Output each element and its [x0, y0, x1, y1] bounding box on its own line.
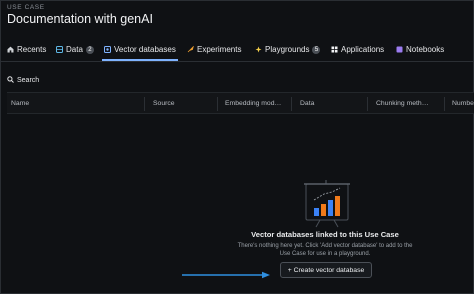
tab-label: Recents	[17, 45, 47, 54]
column-header-source[interactable]: Source	[153, 100, 175, 107]
tab-label: Notebooks	[406, 45, 445, 54]
column-divider	[367, 97, 368, 111]
home-icon	[7, 46, 14, 53]
column-divider	[217, 97, 218, 111]
create-button-label: + Create vector database	[287, 266, 365, 274]
tab-label: Data	[66, 45, 83, 54]
tab-applications[interactable]: Applications	[331, 45, 384, 54]
tab-label: Experiments	[197, 45, 242, 54]
column-divider	[291, 97, 292, 111]
search-label: Search	[17, 77, 40, 84]
empty-state-title: Vector databases linked to this Use Case	[251, 230, 399, 239]
notebook-icon	[396, 46, 403, 53]
column-header-embedding-model[interactable]: Embedding mod…	[225, 100, 281, 107]
tab-label: Playgrounds	[265, 45, 310, 54]
table-header: Name Source Embedding mod… Data Chunking…	[7, 92, 474, 114]
tab-label: Applications	[341, 45, 385, 54]
tab-recents[interactable]: Recents	[7, 45, 46, 54]
tab-notebooks[interactable]: Notebooks	[396, 45, 444, 54]
rocket-icon	[187, 45, 194, 53]
playground-icon	[255, 46, 262, 53]
usecase-label: USE CASE	[7, 4, 45, 11]
count-badge: 5	[312, 45, 321, 54]
applications-icon	[331, 46, 338, 53]
arrow-annotation	[182, 266, 272, 284]
database-icon	[56, 46, 63, 53]
tab-data[interactable]: Data 2	[56, 45, 94, 54]
search-button[interactable]: Search	[7, 76, 39, 85]
search-icon	[7, 76, 14, 85]
page-title: Documentation with genAI	[7, 12, 153, 26]
column-divider	[144, 97, 145, 111]
column-divider	[444, 97, 445, 111]
column-header-data[interactable]: Data	[300, 100, 314, 107]
create-vector-database-button[interactable]: + Create vector database	[280, 262, 372, 278]
column-header-name[interactable]: Name	[11, 100, 29, 107]
count-badge: 2	[85, 45, 94, 54]
tab-vector-databases[interactable]: Vector databases	[102, 45, 178, 61]
vector-db-icon	[104, 46, 111, 53]
tab-playgrounds[interactable]: Playgrounds 5	[255, 45, 321, 54]
tab-experiments[interactable]: Experiments	[187, 45, 241, 54]
empty-state-subtitle: There's nothing here yet. Click 'Add vec…	[237, 243, 413, 257]
tab-bar: Recents Data 2 Vector databases Experime…	[0, 40, 474, 62]
column-header-chunking-method[interactable]: Chunking meth…	[376, 100, 429, 107]
tab-label: Vector databases	[114, 45, 176, 54]
column-header-number[interactable]: Numbe	[452, 100, 474, 107]
active-tab-indicator	[102, 59, 178, 61]
